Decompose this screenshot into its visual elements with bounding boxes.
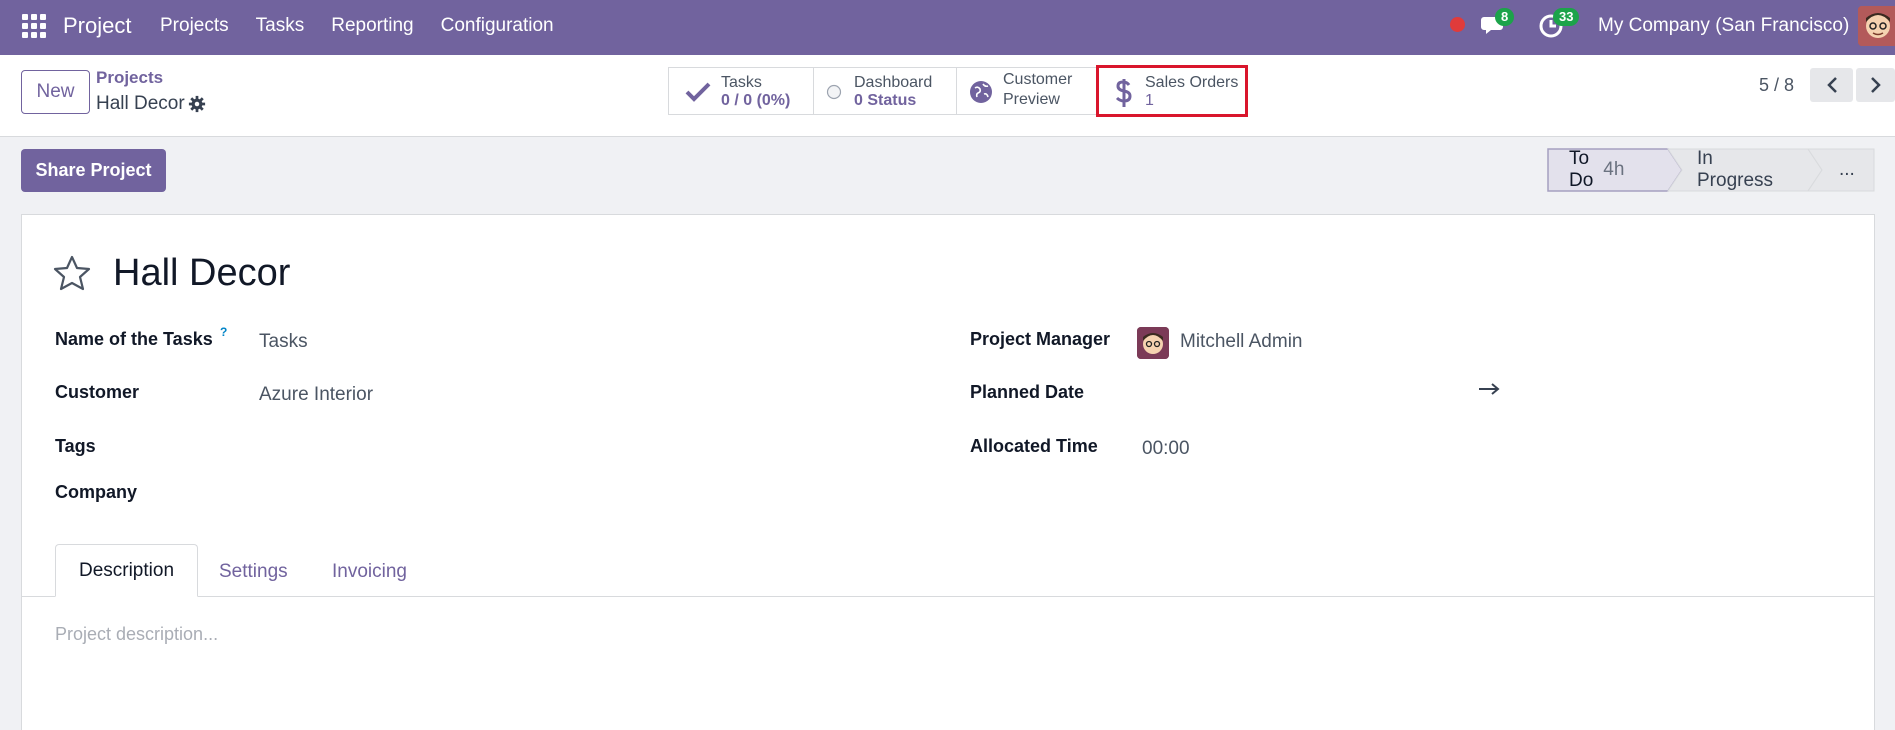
control-panel: New Projects Hall Decor Tasks 0 / 0 (0%)… [0, 55, 1895, 137]
app-name[interactable]: Project [63, 13, 131, 39]
user-avatar[interactable] [1858, 6, 1895, 46]
activities-badge: 33 [1553, 8, 1580, 26]
dashboard-stat-value: 0 Status [854, 92, 917, 109]
menu-item-configuration[interactable]: Configuration [441, 15, 554, 37]
sales-orders-highlight [1096, 65, 1248, 117]
tabs-divider [22, 596, 1874, 597]
description-editor[interactable]: Project description... [55, 624, 218, 645]
stage-more[interactable]: ... [1839, 148, 1855, 192]
tasks-stat-button[interactable]: Tasks 0 / 0 (0%) [668, 67, 813, 115]
pager-previous-button[interactable] [1810, 68, 1853, 102]
messages-badge: 8 [1495, 8, 1515, 26]
top-navbar: Project Projects Tasks Reporting Configu… [0, 0, 1895, 55]
pager-next-button[interactable] [1856, 68, 1895, 102]
pager-value[interactable]: 5 / 8 [1759, 75, 1794, 96]
menu-item-reporting[interactable]: Reporting [331, 15, 413, 37]
company-label: Company [55, 482, 138, 502]
tab-settings[interactable]: Settings [219, 561, 288, 583]
manager-avatar [1137, 327, 1169, 359]
tasks-name-help[interactable]: ? [220, 325, 227, 339]
dashboard-stat-button[interactable]: Dashboard 0 Status [813, 67, 956, 115]
dashboard-stat-label: Dashboard [854, 74, 933, 91]
breadcrumb-current: Hall Decor [96, 93, 185, 114]
main-menu: Projects Tasks Reporting Configuration [160, 15, 581, 37]
form-sheet [21, 214, 1875, 730]
customer-label: Customer [55, 382, 140, 402]
share-project-button[interactable]: Share Project [21, 149, 166, 192]
breadcrumb-projects-link[interactable]: Projects [96, 68, 163, 88]
allocated-time-field[interactable]: 00:00 [1142, 438, 1190, 460]
globe-icon [970, 81, 992, 103]
allocated-time-label: Allocated Time [970, 436, 1098, 456]
customer-field[interactable]: Azure Interior [259, 384, 373, 406]
tasks-name-field[interactable]: Tasks [259, 331, 308, 353]
check-icon [685, 82, 711, 102]
chevron-right-icon [1870, 77, 1881, 93]
chevron-left-icon [1826, 77, 1837, 93]
stage-in-progress[interactable]: In Progress [1697, 148, 1773, 192]
new-button[interactable]: New [21, 70, 90, 114]
tab-invoicing[interactable]: Invoicing [332, 561, 407, 583]
stage-todo-label: To Do [1569, 148, 1594, 191]
planned-date-label: Planned Date [970, 382, 1085, 402]
menu-item-projects[interactable]: Projects [160, 15, 229, 37]
tasks-name-label: Name of the Tasks [55, 329, 213, 349]
record-dot-icon[interactable] [1450, 17, 1465, 32]
tab-description[interactable]: Description [55, 544, 198, 597]
project-manager-field[interactable]: Mitchell Admin [1180, 331, 1303, 353]
stage-todo[interactable]: To Do 4h [1569, 148, 1624, 192]
tasks-stat-label: Tasks [721, 74, 762, 91]
customer-preview-label-1: Customer [1003, 71, 1073, 88]
apps-grid-icon[interactable] [22, 14, 46, 38]
project-manager-label: Project Manager [970, 329, 1111, 349]
arrow-right-icon [1479, 383, 1500, 395]
stage-todo-time: 4h [1603, 159, 1625, 180]
status-circle-icon [826, 84, 842, 100]
company-switcher[interactable]: My Company (San Francisco) [1598, 15, 1849, 37]
tags-label: Tags [55, 436, 96, 456]
gear-icon[interactable] [188, 95, 206, 113]
customer-preview-label-2: Preview [1003, 91, 1060, 108]
tasks-stat-value: 0 / 0 (0%) [721, 92, 791, 109]
project-title[interactable]: Hall Decor [113, 252, 290, 295]
menu-item-tasks[interactable]: Tasks [256, 15, 305, 37]
star-icon[interactable] [53, 255, 91, 293]
customer-preview-button[interactable]: Customer Preview [956, 67, 1098, 115]
